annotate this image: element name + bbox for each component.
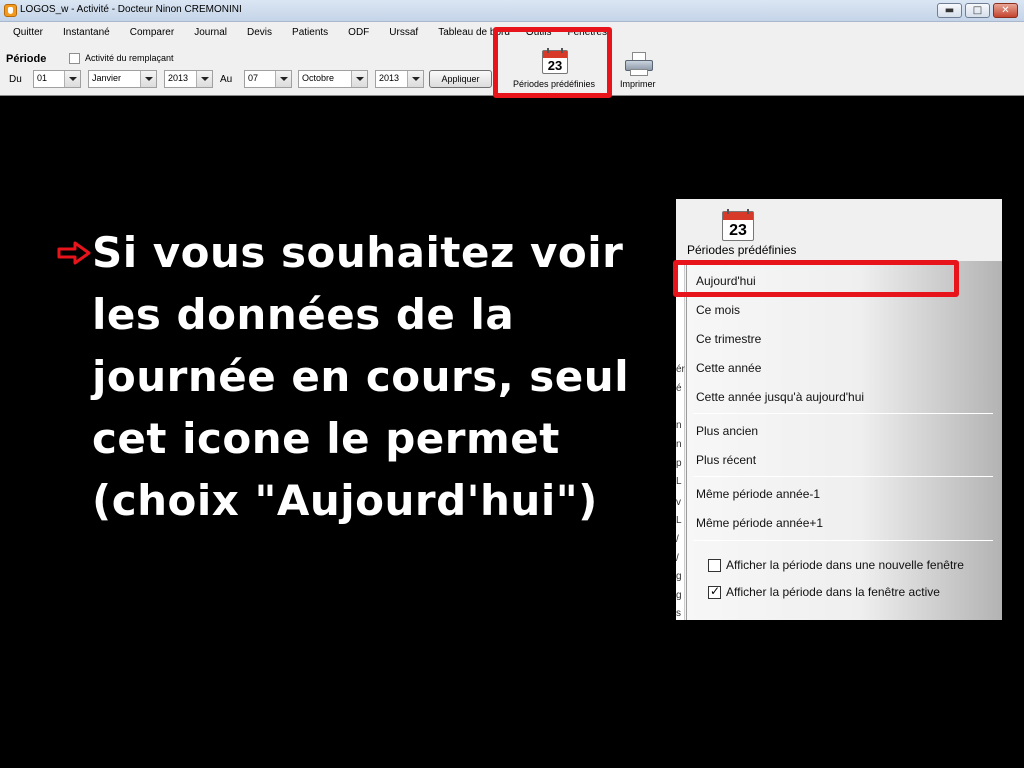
fragment-text: s xyxy=(676,608,681,619)
menu-item-cette-annee[interactable]: Cette année xyxy=(696,361,761,375)
from-day-select[interactable]: 01 xyxy=(33,70,81,88)
fenetre-active-checkbox[interactable] xyxy=(708,584,721,599)
au-label: Au xyxy=(220,74,233,85)
to-year-value: 2013 xyxy=(379,73,400,83)
fragment-text: / xyxy=(676,534,679,545)
fragment-text: L xyxy=(676,515,682,526)
menu-item-ce-mois[interactable]: Ce mois xyxy=(696,303,740,317)
chevron-down-icon[interactable] xyxy=(140,71,156,87)
fragment-text: L xyxy=(676,476,682,487)
chevron-down-icon[interactable] xyxy=(275,71,291,87)
close-icon: ✕ xyxy=(1001,5,1010,16)
from-day-value: 01 xyxy=(37,73,48,83)
periode-label: Période xyxy=(6,53,47,65)
calendar-number: 23 xyxy=(729,222,747,239)
periodes-predefinies-header-label: Périodes prédéfinies xyxy=(687,243,797,257)
from-month-value: Janvier xyxy=(92,73,122,83)
menu-odf[interactable]: ODF xyxy=(348,27,369,38)
from-year-select[interactable]: 2013 xyxy=(164,70,213,88)
fragment-text: ér xyxy=(676,364,685,375)
nouvelle-fenetre-label[interactable]: Afficher la période dans une nouvelle fe… xyxy=(726,558,964,572)
to-month-select[interactable]: Octobre xyxy=(298,70,368,88)
fragment-text: g xyxy=(676,590,682,601)
fragment-text: p xyxy=(676,458,682,469)
menu-urssaf[interactable]: Urssaf xyxy=(389,27,418,38)
menu-instantane[interactable]: Instantané xyxy=(63,27,110,38)
fragment-text: g xyxy=(676,571,682,582)
arrow-right-icon xyxy=(57,241,91,265)
maximize-icon: □ xyxy=(972,5,983,16)
chevron-down-icon[interactable] xyxy=(407,71,423,87)
du-label: Du xyxy=(9,74,22,85)
from-month-select[interactable]: Janvier xyxy=(88,70,157,88)
close-button[interactable]: ✕ xyxy=(993,3,1018,18)
minimize-icon: ▬ xyxy=(944,5,955,16)
title-bar: LOGOS_w - Activité - Docteur Ninon CREMO… xyxy=(0,0,1024,22)
logos-app-icon xyxy=(4,4,17,17)
to-day-value: 07 xyxy=(248,73,259,83)
fragment-text: n xyxy=(676,420,682,431)
slide-text-body: Si vous souhaitez voir les données de la… xyxy=(92,228,630,525)
chevron-down-icon[interactable] xyxy=(351,71,367,87)
menu-item-plus-recent[interactable]: Plus récent xyxy=(696,453,756,467)
menu-item-plus-ancien[interactable]: Plus ancien xyxy=(696,424,758,438)
nouvelle-fenetre-checkbox[interactable] xyxy=(708,559,721,572)
to-day-select[interactable]: 07 xyxy=(244,70,292,88)
fragment-text: n xyxy=(676,439,682,450)
menu-devis[interactable]: Devis xyxy=(247,27,272,38)
periodes-dropdown-menu: Aujourd'hui Ce mois Ce trimestre Cette a… xyxy=(686,261,1002,620)
maximize-button[interactable]: □ xyxy=(965,3,990,18)
menu-separator xyxy=(693,540,993,541)
fragment-text: v xyxy=(676,497,681,508)
to-month-value: Octobre xyxy=(302,73,335,83)
highlight-frame-aujourdhui xyxy=(673,260,959,297)
from-year-value: 2013 xyxy=(168,73,189,83)
menu-item-cette-annee-jusqua-aujourdhui[interactable]: Cette année jusqu'à aujourd'hui xyxy=(696,390,864,404)
fragment-text: é xyxy=(676,383,682,394)
slide-text: Si vous souhaitez voir les données de la… xyxy=(57,222,648,532)
printer-icon xyxy=(625,52,653,76)
to-year-select[interactable]: 2013 xyxy=(375,70,424,88)
menu-item-meme-periode-annee-moins-1[interactable]: Même période année-1 xyxy=(696,487,820,501)
menu-journal[interactable]: Journal xyxy=(194,27,227,38)
fragment-text: / xyxy=(676,553,679,564)
menu-separator xyxy=(693,413,993,414)
appliquer-button[interactable]: Appliquer xyxy=(429,70,492,88)
minimize-button[interactable]: ▬ xyxy=(937,3,962,18)
chevron-down-icon[interactable] xyxy=(64,71,80,87)
menu-patients[interactable]: Patients xyxy=(292,27,328,38)
window-title: LOGOS_w - Activité - Docteur Ninon CREMO… xyxy=(20,4,242,15)
imprimer-button[interactable]: Imprimer xyxy=(618,50,660,92)
window-controls: ▬ □ ✕ xyxy=(937,3,1018,18)
chevron-down-icon[interactable] xyxy=(196,71,212,87)
remplacant-checkbox[interactable] xyxy=(69,53,80,64)
menu-item-meme-periode-annee-plus-1[interactable]: Même période année+1 xyxy=(696,516,823,530)
menu-item-ce-trimestre[interactable]: Ce trimestre xyxy=(696,332,761,346)
background-window-edge: ér é n n p L v L / / g g s xyxy=(676,261,685,620)
calendar-icon: 23 xyxy=(722,209,754,241)
highlight-frame-periodes xyxy=(493,27,612,98)
menu-separator xyxy=(693,476,993,477)
imprimer-label: Imprimer xyxy=(620,79,656,89)
menu-quitter[interactable]: Quitter xyxy=(13,27,43,38)
menu-comparer[interactable]: Comparer xyxy=(130,27,174,38)
fenetre-active-label[interactable]: Afficher la période dans la fenêtre acti… xyxy=(726,585,940,599)
remplacant-label: Activité du remplaçant xyxy=(85,53,174,63)
periodes-predefinies-header[interactable]: 23 Périodes prédéfinies xyxy=(676,199,1002,261)
